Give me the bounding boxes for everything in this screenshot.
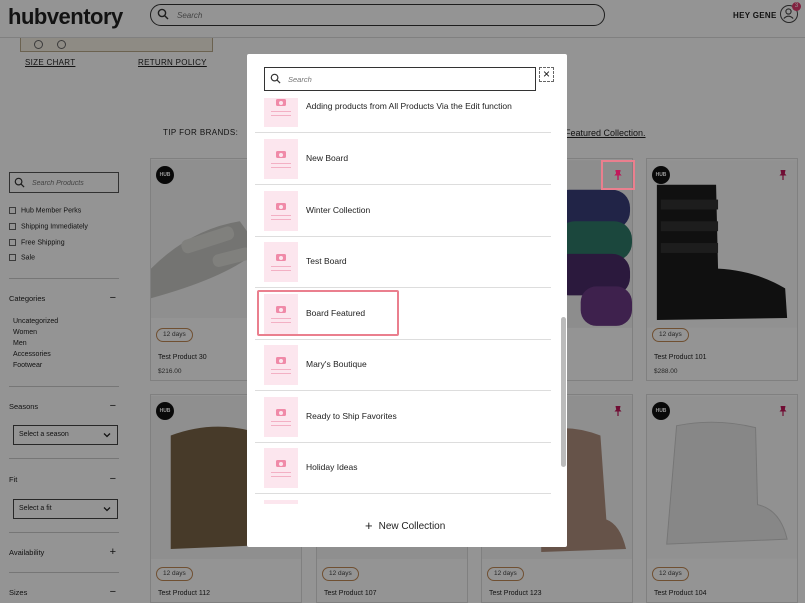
new-collection-button[interactable]: + New Collection (365, 518, 445, 533)
selected-item-highlight (257, 290, 399, 336)
collection-label: New Board (306, 153, 349, 163)
camera-icon (276, 151, 286, 158)
scrollbar-thumb[interactable] (561, 317, 566, 467)
collection-thumbnail (264, 242, 298, 282)
collection-label: Holiday Ideas (306, 462, 358, 472)
collection-thumbnail (264, 345, 298, 385)
collection-thumbnail (264, 397, 298, 437)
collection-search-input[interactable] (288, 73, 528, 85)
search-icon (270, 73, 281, 84)
camera-icon (276, 99, 286, 106)
active-pin-highlight (601, 160, 635, 190)
collection-label: Winter Collection (306, 205, 371, 215)
collection-label: Adding products from All Products Via th… (306, 101, 512, 111)
plus-icon: + (365, 518, 373, 533)
collection-item[interactable]: Mary's Boutique (255, 339, 551, 391)
collection-label: Ready to Ship Favorites (306, 411, 397, 421)
collection-item[interactable]: Winter Collection (255, 185, 551, 237)
collection-thumbnail (264, 98, 298, 127)
collection-thumbnail (264, 139, 298, 179)
collection-item[interactable]: New Board (255, 133, 551, 185)
collection-item[interactable]: Adding products from All Products Via th… (255, 98, 551, 133)
camera-icon (276, 409, 286, 416)
close-button[interactable]: × (539, 67, 554, 82)
collection-item[interactable]: Test Board (255, 236, 551, 288)
collection-item[interactable]: Holiday Ideas (255, 442, 551, 494)
collection-label: Test Board (306, 256, 347, 266)
camera-icon (276, 460, 286, 467)
pin-icon[interactable] (612, 169, 624, 181)
camera-icon (276, 203, 286, 210)
collection-thumbnail (264, 448, 298, 488)
camera-icon (276, 254, 286, 261)
collection-label: Mary's Boutique (306, 359, 367, 369)
collection-item[interactable]: Ready to Ship Favorites (255, 391, 551, 443)
collection-thumbnail (264, 191, 298, 231)
collection-search[interactable] (264, 67, 536, 91)
camera-icon (276, 357, 286, 364)
collection-thumbnail (264, 500, 298, 504)
collection-item[interactable] (255, 494, 551, 504)
